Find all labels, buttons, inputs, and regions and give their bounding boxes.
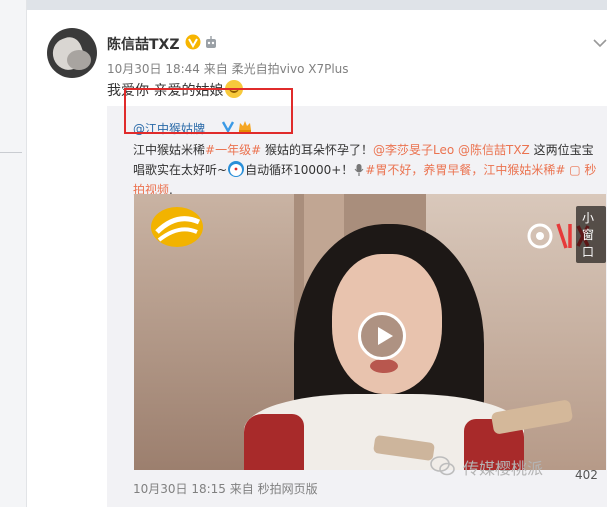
author-name[interactable]: 陈信喆TXZ <box>107 34 180 54</box>
wechat-icon <box>430 456 455 476</box>
sidebar-divider <box>0 152 22 153</box>
repost-meta: 10月30日 18:15 来自 秒拍网页版 <box>133 482 318 496</box>
watermark-number: 402 <box>575 468 598 482</box>
text-segment: 猴姑的耳朵怀孕了！ <box>261 143 373 157</box>
video-player[interactable]: 小窗口 <box>134 194 606 470</box>
text-segment: 自动循环10000+！ <box>245 163 354 177</box>
left-sidebar-strip <box>0 0 27 507</box>
small-window-button[interactable]: 小窗口 <box>576 206 606 263</box>
watermark-text: 传媒樱桃派 <box>463 459 544 478</box>
reposted-content: @江中猴姑牌 江中猴姑米稀#一年级# 猴姑的耳朵怀孕了！@李莎旻子Leo @陈信… <box>107 106 607 507</box>
topic-link[interactable]: #胃不好，养胃早餐，江中猴姑米稀# <box>365 163 565 177</box>
weibo-post-card: 陈信喆TXZ 10月30日 18:44 来自 柔光自拍vivo X7Plus 我… <box>27 10 607 507</box>
microphone-icon <box>354 164 364 176</box>
mention-link[interactable]: @李莎旻子Leo <box>373 143 454 157</box>
highlight-box <box>124 88 293 134</box>
mention-link[interactable]: @陈信喆TXZ <box>458 143 530 157</box>
chevron-down-icon[interactable] <box>593 38 607 48</box>
robot-icon <box>206 36 216 48</box>
verified-icon <box>185 34 201 50</box>
topic-link[interactable]: #一年级# <box>205 143 261 157</box>
repost-text: 江中猴姑米稀#一年级# 猴姑的耳朵怀孕了！@李莎旻子Leo @陈信喆TXZ 这两… <box>133 140 603 200</box>
play-button[interactable] <box>358 312 406 360</box>
avatar[interactable] <box>47 28 97 78</box>
doraemon-sticker-icon <box>228 161 245 177</box>
hunan-tv-logo-icon <box>151 207 203 247</box>
text-segment: 江中猴姑米稀 <box>133 143 206 157</box>
post-meta: 10月30日 18:44 来自 柔光自拍vivo X7Plus <box>107 62 349 76</box>
